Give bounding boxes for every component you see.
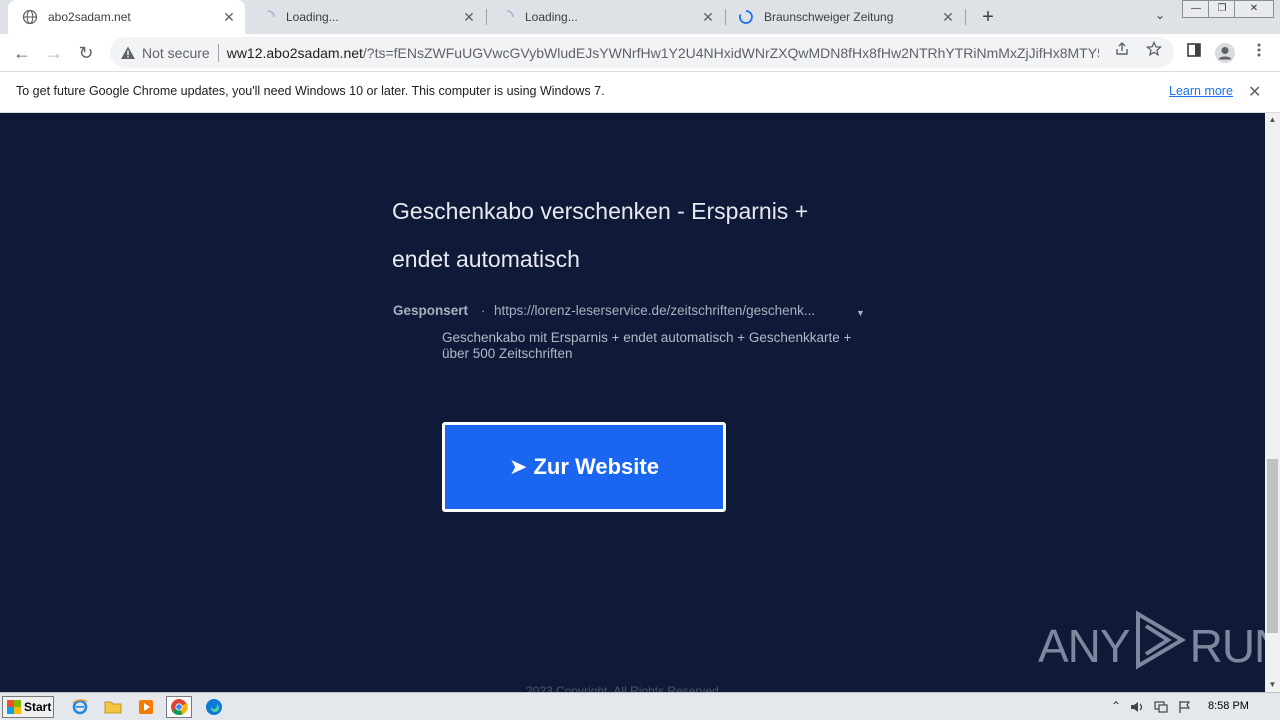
- infobar-message: To get future Google Chrome updates, you…: [16, 84, 605, 98]
- learn-more-link[interactable]: Learn more: [1169, 84, 1233, 98]
- profile-avatar-icon[interactable]: [1214, 42, 1236, 64]
- url-text[interactable]: ww12.abo2sadam.net/?ts=fENsZWFuUGVwcGVyb…: [227, 45, 1099, 61]
- tab-close-icon[interactable]: ✕: [219, 9, 239, 26]
- sponsored-label: Gesponsert: [393, 303, 469, 318]
- tab-close-icon[interactable]: ✕: [938, 9, 958, 26]
- not-secure-label[interactable]: Not secure: [142, 45, 210, 61]
- network-icon[interactable]: [1153, 699, 1169, 715]
- action-center-flag-icon[interactable]: [1177, 699, 1193, 715]
- loading-spinner-icon: [260, 9, 276, 25]
- scroll-up-arrow-icon[interactable]: ▲: [1265, 113, 1280, 127]
- ad-headline[interactable]: Geschenkabo verschenken - Ersparnis + en…: [392, 187, 862, 283]
- cta-label: Zur Website: [533, 454, 659, 479]
- restore-button[interactable]: ❐: [1208, 0, 1236, 18]
- sponsored-separator: ·: [481, 303, 486, 318]
- watermark-right-text: RUN: [1189, 619, 1265, 672]
- tab-close-icon[interactable]: ✕: [459, 9, 479, 26]
- back-button[interactable]: ←: [9, 40, 35, 66]
- warning-triangle-icon[interactable]: [120, 45, 136, 61]
- scrollbar-thumb[interactable]: [1267, 459, 1278, 633]
- tab-title: Loading...: [286, 10, 339, 24]
- address-bar[interactable]: Not secure ww12.abo2sadam.net/?ts=fENsZW…: [110, 37, 1174, 68]
- start-label: Start: [24, 700, 52, 714]
- play-triangle-icon: [1132, 610, 1188, 681]
- tab-strip: abo2sadam.net ✕ Loading... ✕ Loading... …: [0, 0, 1280, 34]
- globe-icon: [22, 9, 38, 25]
- edge-icon[interactable]: [201, 696, 227, 718]
- new-tab-button[interactable]: +: [976, 5, 1000, 29]
- page-content: Geschenkabo verschenken - Ersparnis + en…: [0, 113, 1265, 692]
- arrow-right-icon: ➤: [509, 454, 528, 479]
- windows-logo-icon: [7, 700, 21, 714]
- media-player-icon[interactable]: [133, 696, 159, 718]
- omnibox-separator: [217, 43, 219, 62]
- tab-separator: [965, 9, 966, 25]
- tab-close-icon[interactable]: ✕: [698, 9, 718, 26]
- share-icon[interactable]: [1113, 41, 1131, 59]
- internet-explorer-icon[interactable]: [67, 696, 93, 718]
- tab-loading-2[interactable]: Loading... ✕: [485, 0, 724, 34]
- windows-taskbar: Start ⌃ 8:58 PM: [0, 692, 1280, 720]
- watermark-left-text: ANY: [1038, 619, 1131, 672]
- tray-expand-icon[interactable]: ⌃: [1108, 699, 1124, 715]
- url-host: ww12.abo2sadam.net: [226, 44, 363, 61]
- ad-options-caret-icon[interactable]: ▼: [856, 308, 865, 318]
- page-scrollbar[interactable]: ▲ ▼: [1265, 113, 1280, 692]
- loading-spinner-icon: [499, 9, 515, 25]
- tab-search-chevron-icon[interactable]: ⌄: [1150, 8, 1170, 28]
- chrome-taskbar-icon[interactable]: [166, 696, 192, 718]
- file-explorer-icon[interactable]: [100, 696, 126, 718]
- zur-website-button[interactable]: ➤ Zur Website: [442, 422, 726, 512]
- reload-button[interactable]: ↻: [73, 40, 99, 66]
- scroll-down-arrow-icon[interactable]: ▼: [1265, 678, 1280, 692]
- anyrun-watermark: ANY RUN: [1038, 610, 1265, 681]
- loading-spinner-icon: [738, 9, 754, 25]
- minimize-button[interactable]: —: [1182, 0, 1210, 18]
- tab-title: Braunschweiger Zeitung: [764, 10, 894, 24]
- volume-icon[interactable]: [1129, 699, 1145, 715]
- url-path: /?ts=fENsZWFuUGVwcGVybWludEJsYWNrfHw1Y2U…: [362, 44, 1099, 61]
- ad-display-url[interactable]: https://lorenz-leserservice.de/zeitschri…: [494, 303, 815, 318]
- browser-toolbar: ← → ↻ Not secure ww12.abo2sadam.net/?ts=…: [0, 34, 1280, 71]
- tab-loading-1[interactable]: Loading... ✕: [246, 0, 485, 34]
- kebab-menu-icon[interactable]: [1248, 42, 1270, 64]
- forward-button[interactable]: →: [41, 40, 67, 66]
- tab-title: abo2sadam.net: [48, 10, 131, 24]
- tab-title: Loading...: [525, 10, 578, 24]
- close-window-button[interactable]: ✕: [1234, 0, 1274, 18]
- side-panel-icon[interactable]: [1183, 42, 1205, 64]
- bookmark-star-icon[interactable]: [1145, 40, 1163, 59]
- copyright-text: 2023 Copyright. All Rights Reserved.: [526, 684, 723, 692]
- taskbar-clock[interactable]: 8:58 PM: [1208, 700, 1249, 712]
- update-infobar: To get future Google Chrome updates, you…: [0, 71, 1280, 113]
- tab-braunschweiger-zeitung[interactable]: Braunschweiger Zeitung ✕: [724, 0, 964, 34]
- tab-abo2sadam[interactable]: abo2sadam.net ✕: [8, 0, 245, 34]
- infobar-close-icon[interactable]: ✕: [1248, 82, 1261, 102]
- start-button[interactable]: Start: [2, 696, 54, 718]
- ad-description: Geschenkabo mit Ersparnis + endet automa…: [442, 330, 852, 361]
